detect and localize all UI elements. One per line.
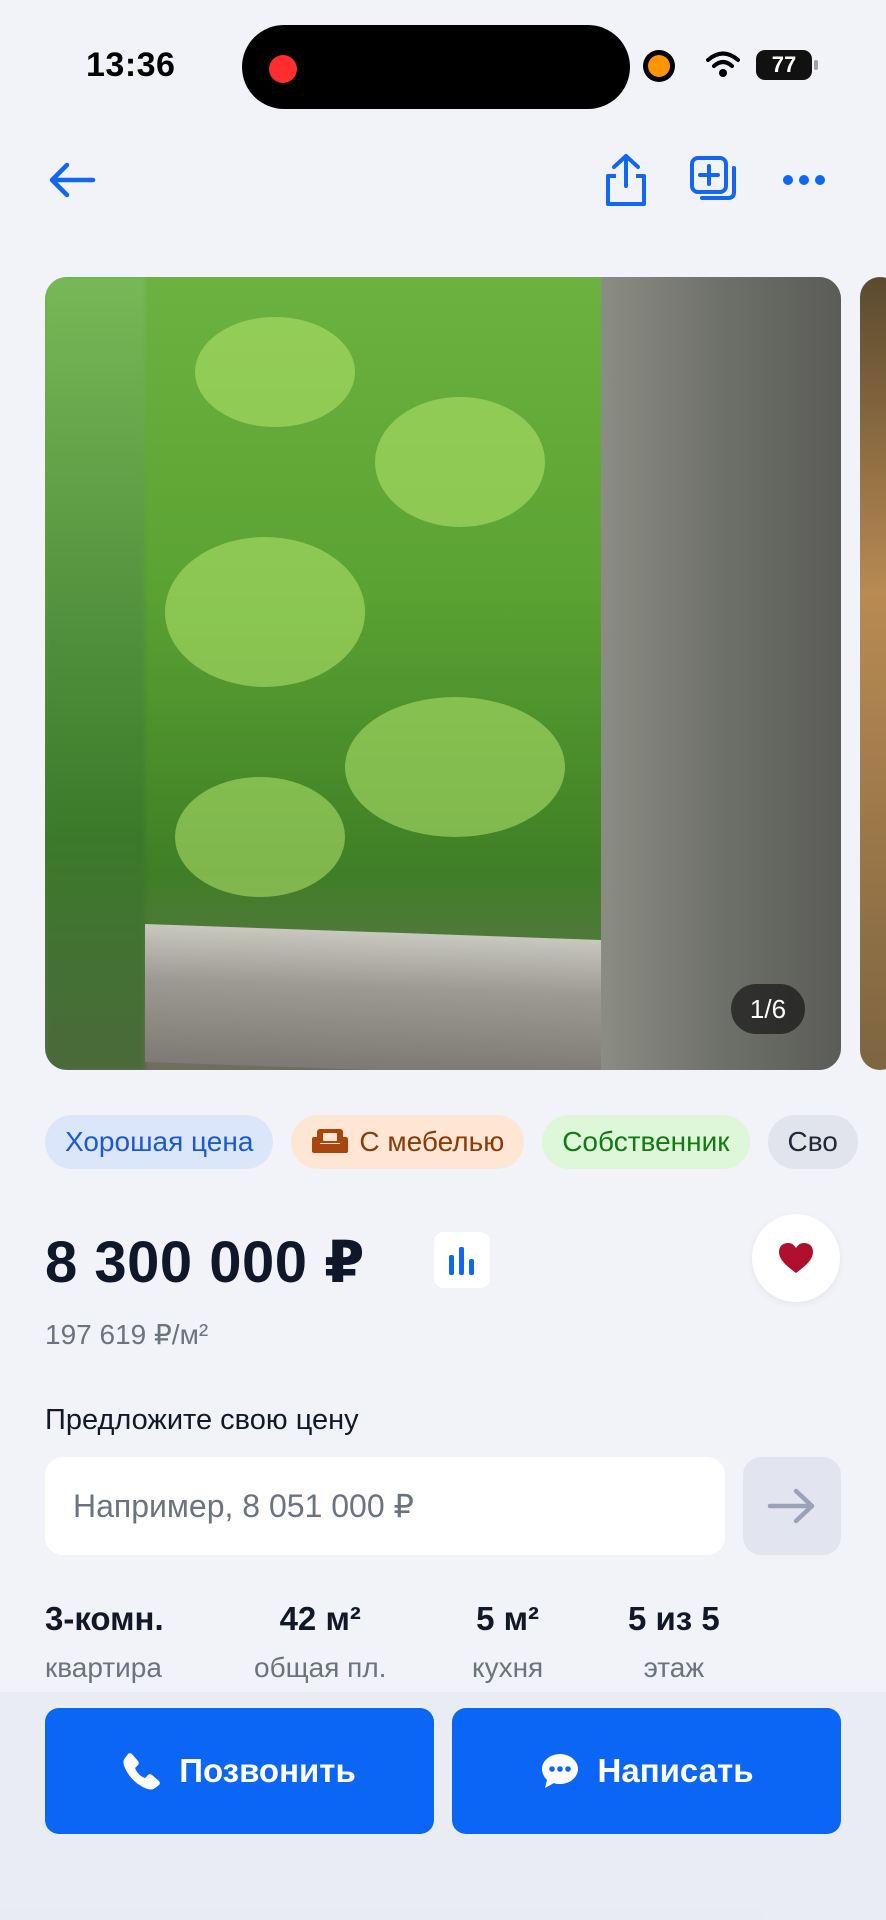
tag-label: Хорошая цена <box>65 1126 254 1157</box>
price-history-button[interactable] <box>434 1232 490 1288</box>
feature-value: 5 м² <box>476 1600 540 1637</box>
dynamic-island <box>242 25 630 109</box>
tag-furnished[interactable]: С мебелью <box>291 1115 525 1169</box>
foliage-shape <box>195 317 355 427</box>
call-button[interactable]: Позвонить <box>45 1708 434 1834</box>
balcony-railing <box>145 924 601 1070</box>
chat-bubble-icon <box>541 1754 578 1788</box>
more-options-button[interactable] <box>774 150 834 210</box>
write-button-label: Написать <box>597 1752 754 1789</box>
feature-rooms: 3-комн. квартира <box>45 1600 164 1684</box>
feature-floor: 5 из 5 этаж <box>628 1600 720 1684</box>
photo-blurred-edge <box>45 277 145 1070</box>
tag-more[interactable]: Сво <box>767 1115 858 1169</box>
feature-kitchen: 5 м² кухня <box>472 1600 543 1684</box>
call-button-label: Позвонить <box>179 1752 356 1789</box>
heart-icon <box>779 1243 813 1273</box>
price: 8 300 000 ₽ <box>45 1230 365 1295</box>
next-photo-preview[interactable] <box>860 277 886 1070</box>
photo-counter: 1/6 <box>731 984 805 1034</box>
share-icon <box>606 154 646 206</box>
foliage-shape <box>165 537 365 687</box>
battery-icon: 77 <box>756 50 818 80</box>
tag-label: Сво <box>787 1126 838 1157</box>
offer-price-input[interactable] <box>45 1457 725 1555</box>
feature-label: общая пл. <box>254 1652 387 1683</box>
recording-indicator-icon <box>269 55 297 83</box>
window-frame <box>601 277 841 1070</box>
wifi-icon <box>706 51 740 77</box>
feature-value: 5 из 5 <box>628 1600 720 1637</box>
add-to-compare-icon <box>690 156 736 200</box>
feature-label: квартира <box>45 1652 162 1683</box>
write-message-button[interactable]: Написать <box>452 1708 841 1834</box>
feature-label: кухня <box>472 1652 544 1683</box>
feature-label: этаж <box>643 1652 705 1683</box>
phone-icon <box>123 1753 160 1790</box>
feature-value: 42 м² <box>279 1600 361 1637</box>
photo-gallery[interactable]: 1/6 <box>45 277 841 1070</box>
arrow-right-icon <box>767 1488 815 1524</box>
share-button[interactable] <box>596 150 656 210</box>
sofa-icon <box>312 1129 349 1153</box>
status-time: 13:36 <box>86 46 176 84</box>
apartment-features: 3-комн. квартира 42 м² общая пл. 5 м² ку… <box>0 1600 886 1690</box>
submit-offer-button[interactable] <box>743 1457 841 1555</box>
offer-price-label: Предложите свою цену <box>45 1404 359 1436</box>
more-horizontal-icon <box>783 175 825 185</box>
back-button[interactable] <box>42 150 102 210</box>
bar-chart-icon <box>449 1247 474 1275</box>
feature-total-area: 42 м² общая пл. <box>254 1600 386 1684</box>
foliage-shape <box>345 697 565 837</box>
camera-in-use-icon <box>648 55 670 77</box>
arrow-left-icon <box>49 162 96 198</box>
status-bar: 13:36 77 <box>0 0 886 120</box>
foliage-shape <box>175 777 345 897</box>
tag-good-price[interactable]: Хорошая цена <box>45 1115 274 1169</box>
favorite-button[interactable] <box>752 1214 840 1302</box>
price-per-sqm: 197 619 ₽/м² <box>45 1319 209 1350</box>
tag-owner[interactable]: Собственник <box>542 1115 750 1169</box>
add-to-compare-button[interactable] <box>684 150 744 210</box>
tag-label: Собственник <box>562 1126 730 1157</box>
foliage-shape <box>375 397 545 527</box>
feature-value: 3-комн. <box>45 1600 164 1637</box>
listing-tags: Хорошая цена С мебелью Собственник Сво <box>45 1115 886 1169</box>
tag-label: С мебелью <box>359 1126 505 1157</box>
